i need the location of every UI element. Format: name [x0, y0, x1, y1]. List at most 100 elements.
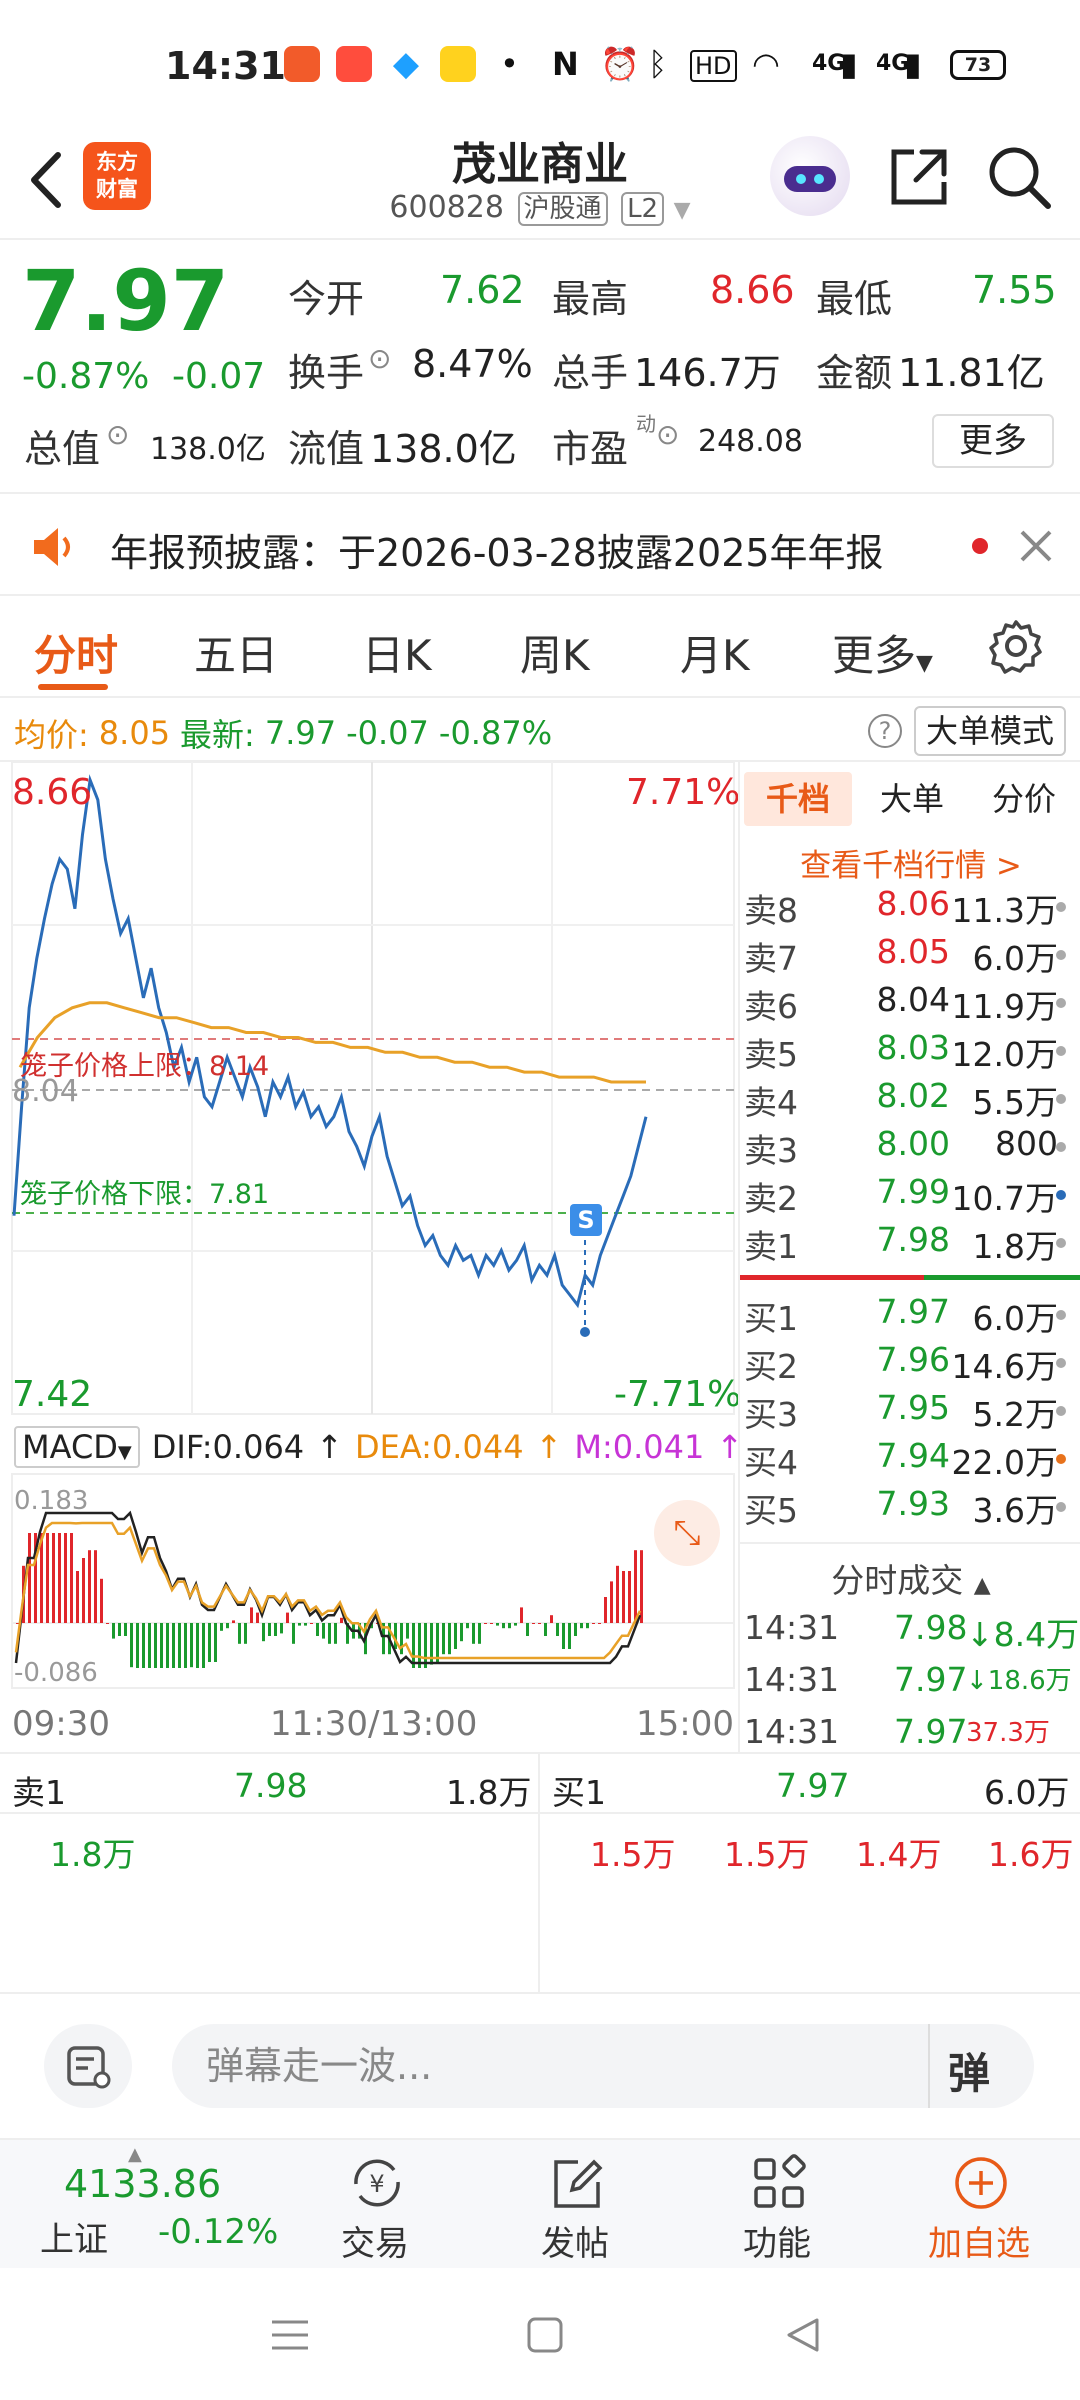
- trades-title[interactable]: 分时成交 ▲: [740, 1554, 1080, 1602]
- macd-bar: [232, 1620, 235, 1623]
- macd-bar: [118, 1623, 121, 1636]
- up-arrow-icon: ↑: [535, 1428, 563, 1466]
- tab-monthly-k[interactable]: 月K: [680, 622, 750, 683]
- bid-row[interactable]: 买5 7.93 3.6万: [740, 1484, 1080, 1532]
- settings-gear-icon[interactable]: [988, 618, 1044, 674]
- macd-bar: [28, 1533, 31, 1623]
- expand-icon[interactable]: ⤡: [654, 1500, 720, 1566]
- macd-bar: [400, 1623, 403, 1655]
- danmu-input[interactable]: 弹幕走一波...: [172, 2024, 1034, 2108]
- share-icon[interactable]: [884, 142, 954, 212]
- announcement-text: 年报预披露：于2026-03-28披露2025年年报: [110, 531, 884, 575]
- s-signal-marker-icon[interactable]: S: [570, 1204, 602, 1236]
- high-label: 最高: [552, 277, 629, 321]
- ask-row[interactable]: 卖2 7.99 10.7万: [740, 1172, 1080, 1220]
- index-change[interactable]: -0.12%: [158, 2212, 278, 2252]
- macd-bar: [508, 1623, 511, 1629]
- signal-bars-icon-1: ▮: [840, 45, 858, 83]
- pe-superscript: 动: [636, 412, 656, 436]
- bid-price: 7.96: [876, 1340, 950, 1379]
- tab-price-distribution[interactable]: 分价: [970, 772, 1078, 826]
- help-icon[interactable]: ?: [868, 714, 902, 748]
- nav-add-watchlist[interactable]: 加自选: [914, 2140, 1044, 2270]
- bid-row[interactable]: 买4 7.94 22.0万: [740, 1436, 1080, 1484]
- tab-five-day[interactable]: 五日: [194, 622, 278, 683]
- macd-bar: [94, 1550, 97, 1623]
- tab-more[interactable]: 更多▼: [832, 622, 933, 683]
- macd-bar: [316, 1623, 319, 1636]
- bid-price: 7.93: [876, 1484, 950, 1523]
- tab-thousand-level[interactable]: 千档: [744, 772, 852, 826]
- ai-assistant-icon[interactable]: [770, 136, 850, 216]
- tab-weekly-k[interactable]: 周K: [520, 622, 590, 683]
- ask-row[interactable]: 卖3 8.00 800: [740, 1124, 1080, 1172]
- macd-bar: [262, 1623, 265, 1642]
- macd-bottom-value: -0.086: [14, 1658, 98, 1688]
- latest-label: 最新:: [180, 716, 255, 754]
- ask-row[interactable]: 卖4 8.02 5.5万: [740, 1076, 1080, 1124]
- bid-volume: 5.2万: [972, 1395, 1058, 1434]
- macd-bar: [562, 1623, 565, 1649]
- macd-indicator-select[interactable]: MACD▼: [14, 1426, 140, 1468]
- speaker-icon: [34, 528, 70, 566]
- macd-bar: [448, 1623, 451, 1655]
- open-label: 今开: [288, 277, 365, 321]
- ask-row[interactable]: 卖7 8.05 6.0万: [740, 932, 1080, 980]
- ask-row[interactable]: 卖6 8.04 11.9万: [740, 980, 1080, 1028]
- macd-bar: [490, 1623, 493, 1624]
- macd-bar: [64, 1533, 67, 1623]
- intraday-chart[interactable]: 8.66 7.71% 7.42 -7.71% 8.04 笼子价格上限：8.14 …: [0, 761, 743, 1752]
- nav-functions[interactable]: 功能: [712, 2140, 842, 2270]
- ask-row[interactable]: 卖5 8.03 12.0万: [740, 1028, 1080, 1076]
- menu-icon[interactable]: [270, 2318, 310, 2352]
- dropdown-triangle-icon: ▼: [117, 1442, 132, 1463]
- qq-icon: ◆: [392, 44, 420, 84]
- ask-price: 8.05: [876, 932, 950, 971]
- danmu-settings-button[interactable]: [44, 2024, 132, 2108]
- index-value[interactable]: 4133.86: [64, 2162, 221, 2206]
- nav-post[interactable]: 发帖: [510, 2140, 640, 2270]
- info-icon[interactable]: ⊙: [656, 418, 679, 451]
- danmu-toggle-icon[interactable]: 弹: [948, 2040, 990, 2101]
- bid-row[interactable]: 买2 7.96 14.6万: [740, 1340, 1080, 1388]
- macd-bar: [58, 1533, 61, 1623]
- macd-bar: [208, 1623, 211, 1662]
- macd-bar: [82, 1558, 85, 1623]
- info-icon[interactable]: ⊙: [368, 342, 391, 375]
- ask-level-label: 卖2: [744, 1179, 798, 1218]
- trade-price: 7.97: [894, 1712, 968, 1751]
- bid-queue-item: 1.6万: [988, 1835, 1074, 1874]
- tab-intraday[interactable]: 分时: [34, 622, 118, 683]
- tab-daily-k[interactable]: 日K: [362, 622, 432, 683]
- macd-bar: [88, 1550, 91, 1623]
- macd-bar: [70, 1533, 73, 1623]
- home-icon[interactable]: [526, 2316, 564, 2354]
- bid-queue-item: 1.5万: [724, 1835, 810, 1874]
- index-name[interactable]: 上证: [40, 2212, 108, 2261]
- view-depth-link[interactable]: 查看千档行情 >: [740, 840, 1080, 885]
- macd-bar: [112, 1623, 115, 1639]
- more-button[interactable]: 更多: [932, 414, 1054, 468]
- info-icon[interactable]: ⊙: [106, 418, 129, 451]
- bid-row[interactable]: 买1 7.97 6.0万: [740, 1292, 1080, 1340]
- bid-level-label: 买5: [744, 1491, 798, 1530]
- tab-big-orders[interactable]: 大单: [858, 772, 966, 826]
- announcement-bar[interactable]: 年报预披露：于2026-03-28披露2025年年报: [0, 492, 1080, 596]
- macd-bar: [556, 1623, 559, 1636]
- bid-price: 7.95: [876, 1388, 950, 1427]
- ask-row[interactable]: 卖1 7.98 1.8万: [740, 1220, 1080, 1268]
- big-order-mode-button[interactable]: 大单模式: [914, 706, 1066, 756]
- macd-bar: [544, 1623, 547, 1636]
- close-icon[interactable]: [1018, 528, 1054, 564]
- back-nav-icon[interactable]: [784, 2316, 822, 2354]
- ask-level-label: 卖5: [744, 1035, 798, 1074]
- search-icon[interactable]: [984, 142, 1056, 214]
- bid-queue-item: 1.4万: [856, 1835, 942, 1874]
- ask-volume: 10.7万: [951, 1179, 1058, 1218]
- bid-row[interactable]: 买3 7.95 5.2万: [740, 1388, 1080, 1436]
- ask-row[interactable]: 卖8 8.06 11.3万: [740, 884, 1080, 932]
- order-book-panel: 千档 大单 分价 查看千档行情 > 卖8 8.06 11.3万 卖7 8.05 …: [738, 762, 1080, 1752]
- nav-trade[interactable]: ¥ 交易: [310, 2140, 440, 2270]
- ask-volume: 11.9万: [951, 987, 1058, 1026]
- macd-bar: [406, 1623, 409, 1639]
